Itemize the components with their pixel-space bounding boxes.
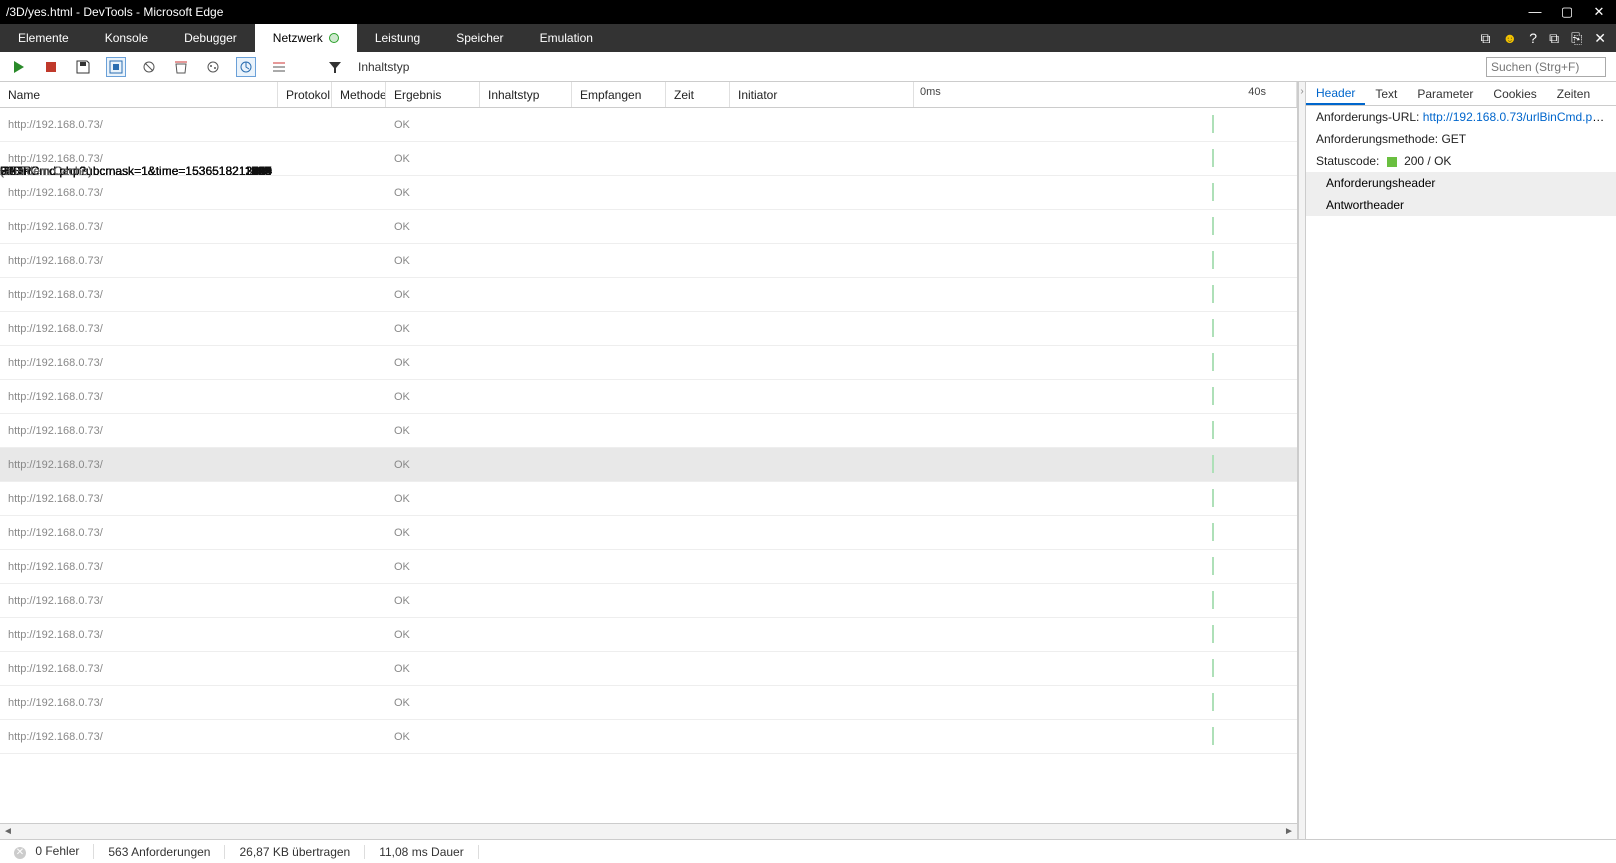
timeline-end-label: 40s xyxy=(1248,86,1266,98)
clear-cookies-icon[interactable] xyxy=(204,58,222,76)
scroll-right-icon[interactable]: ► xyxy=(1281,824,1297,839)
details-tab-zeiten[interactable]: Zeiten xyxy=(1547,82,1600,105)
details-tab-cookies[interactable]: Cookies xyxy=(1483,82,1546,105)
statusbar: ✕ 0 Fehler 563 Anforderungen 26,87 KB üb… xyxy=(0,839,1616,863)
dock-side-icon[interactable]: ⧉ xyxy=(1549,30,1559,47)
tab-leistung[interactable]: Leistung xyxy=(357,24,438,52)
window-close-button[interactable]: ✕ xyxy=(1592,4,1606,20)
network-panel: Name Protokol Methode Ergebnis Inhaltsty… xyxy=(0,82,1298,839)
preserve-log-icon[interactable] xyxy=(106,57,126,77)
search-input[interactable] xyxy=(1486,57,1606,77)
col-timeline[interactable]: 0ms 40s xyxy=(914,82,1297,107)
network-table-header: Name Protokol Methode Ergebnis Inhaltsty… xyxy=(0,82,1297,108)
content-type-label[interactable]: Inhaltstyp xyxy=(358,60,409,74)
details-url-row: Anforderungs-URL: http://192.168.0.73/ur… xyxy=(1306,106,1616,128)
col-ergebnis[interactable]: Ergebnis xyxy=(386,82,480,107)
network-toolbar: Inhaltstyp xyxy=(0,52,1616,82)
col-inhaltstyp[interactable]: Inhaltstyp xyxy=(480,82,572,107)
tab-konsole[interactable]: Konsole xyxy=(87,24,166,52)
clear-session-icon[interactable] xyxy=(140,58,158,76)
help-icon[interactable]: ? xyxy=(1529,30,1537,46)
window-titlebar: /3D/yes.html - DevTools - Microsoft Edge… xyxy=(0,0,1616,24)
tab-emulation[interactable]: Emulation xyxy=(522,24,611,52)
status-errors[interactable]: ✕ 0 Fehler xyxy=(0,844,94,859)
toggle-list-icon[interactable] xyxy=(270,58,288,76)
disable-cache-icon[interactable] xyxy=(236,57,256,77)
details-tabbar: HeaderTextParameterCookiesZeiten xyxy=(1306,82,1616,106)
details-method-row: Anforderungsmethode: GET xyxy=(1306,128,1616,150)
tab-speicher[interactable]: Speicher xyxy=(438,24,521,52)
col-initiator[interactable]: Initiator xyxy=(730,82,914,107)
play-icon[interactable] xyxy=(10,58,28,76)
tab-debugger[interactable]: Debugger xyxy=(166,24,255,52)
window-title: /3D/yes.html - DevTools - Microsoft Edge xyxy=(6,5,1528,19)
window-minimize-button[interactable]: — xyxy=(1528,4,1542,20)
close-devtools-icon[interactable]: ✕ xyxy=(1594,30,1606,47)
details-url-value[interactable]: http://192.168.0.73/urlBinCmd.php?u... xyxy=(1423,110,1616,124)
save-icon[interactable] xyxy=(74,58,92,76)
col-zeit[interactable]: Zeit xyxy=(666,82,730,107)
tab-netzwerk[interactable]: Netzwerk xyxy=(255,24,357,52)
dock-icon[interactable]: ⧉ xyxy=(1481,30,1491,47)
col-name[interactable]: Name xyxy=(0,82,278,107)
status-duration: 11,08 ms Dauer xyxy=(365,845,479,859)
devtools-tabbar: ElementeKonsoleDebuggerNetzwerkLeistungS… xyxy=(0,24,1616,52)
status-transferred: 26,87 KB übertragen xyxy=(225,845,365,859)
popout-icon[interactable]: ⎘ xyxy=(1571,30,1582,47)
horizontal-scrollbar[interactable]: ◄ ► xyxy=(0,823,1297,839)
col-methode[interactable]: Methode xyxy=(332,82,386,107)
status-requests: 563 Anforderungen xyxy=(94,845,225,859)
timeline-start-label: 0ms xyxy=(920,86,941,98)
details-tab-text[interactable]: Text xyxy=(1365,82,1407,105)
error-count-icon: ✕ xyxy=(14,847,26,859)
details-tab-header[interactable]: Header xyxy=(1306,82,1365,105)
tab-elemente[interactable]: Elemente xyxy=(0,24,87,52)
window-maximize-button[interactable]: ▢ xyxy=(1560,4,1574,20)
col-empfangen[interactable]: Empfangen xyxy=(572,82,666,107)
col-protokol[interactable]: Protokol xyxy=(278,82,332,107)
feedback-icon[interactable]: ☻ xyxy=(1503,30,1518,46)
scroll-left-icon[interactable]: ◄ xyxy=(0,824,16,839)
clear-cache-icon[interactable] xyxy=(172,58,190,76)
network-table-body[interactable]: urlBinCmd.php?ubcmask=1&time=15365182110… xyxy=(0,108,1297,823)
stop-record-icon[interactable] xyxy=(42,58,60,76)
network-row[interactable]: urlBinCmd.php?ubcmask=1&time=15365182130… xyxy=(0,720,1297,754)
record-indicator-icon xyxy=(329,33,339,43)
filter-icon[interactable] xyxy=(326,58,344,76)
details-tab-parameter[interactable]: Parameter xyxy=(1407,82,1483,105)
network-row[interactable]: urlBinCmd.php?ubcmask=1&time=15365182110… xyxy=(0,108,1297,142)
